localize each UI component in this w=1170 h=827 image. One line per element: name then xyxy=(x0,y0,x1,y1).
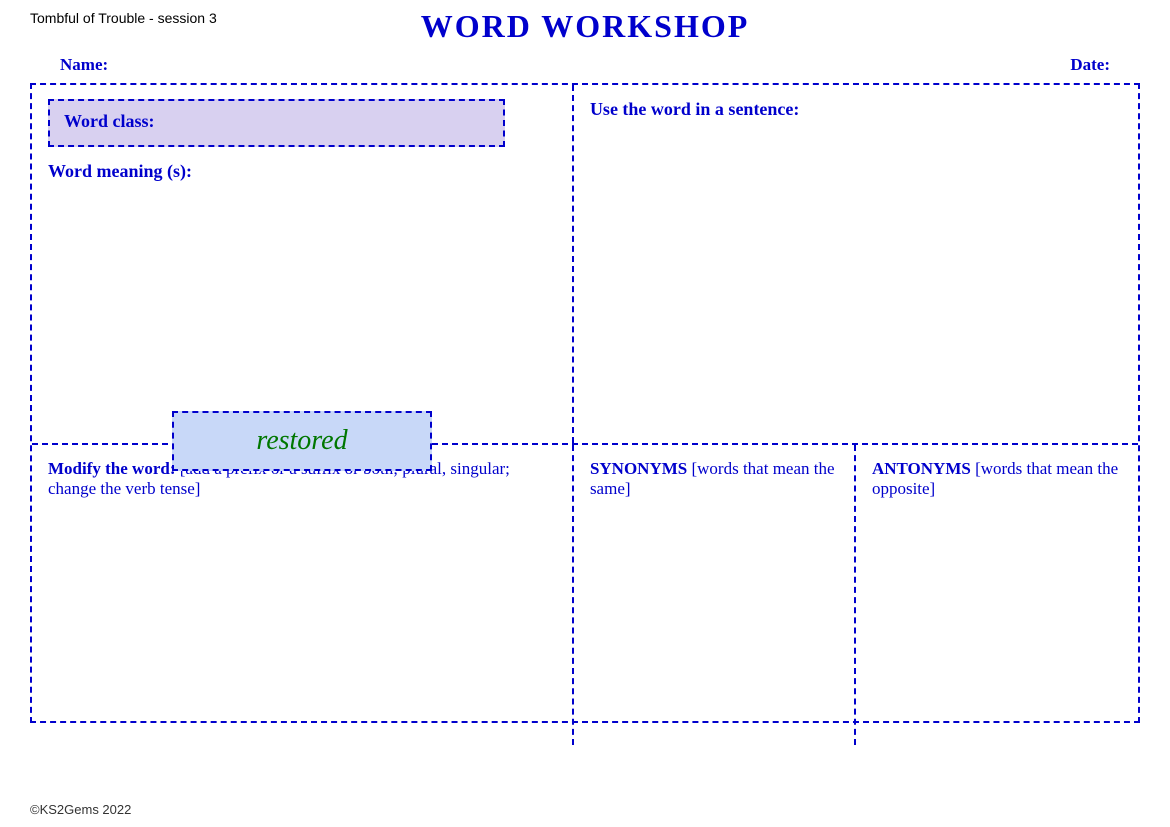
word-meaning-label: Word meaning (s): xyxy=(48,161,556,182)
copyright: ©KS2Gems 2022 xyxy=(30,802,131,817)
antonyms-title-bold: ANTONYMS xyxy=(872,459,971,478)
synonyms-title: SYNONYMS [words that mean the same] xyxy=(590,459,838,499)
center-word-text: restored xyxy=(256,425,347,456)
word-meaning-content xyxy=(48,190,556,429)
right-top-panel: Use the word in a sentence: xyxy=(574,85,1138,443)
synonyms-title-bold: SYNONYMS xyxy=(590,459,687,478)
top-section: Word class: Word meaning (s): restored U… xyxy=(32,85,1138,445)
left-top-panel: Word class: Word meaning (s): restored xyxy=(32,85,574,443)
session-label: Tombful of Trouble - session 3 xyxy=(30,10,217,26)
antonyms-section: ANTONYMS [words that mean the opposite] xyxy=(856,445,1138,745)
name-label: Name: xyxy=(60,55,108,75)
word-class-label: Word class: xyxy=(64,111,155,131)
modify-section: Modify the word: [add a prefix or a suff… xyxy=(32,445,574,745)
center-word-container: restored xyxy=(172,411,432,471)
date-label: Date: xyxy=(1070,55,1110,75)
word-class-box: Word class: xyxy=(48,99,505,147)
center-word-box: restored xyxy=(172,411,432,471)
main-container: Word class: Word meaning (s): restored U… xyxy=(30,83,1140,723)
antonyms-title: ANTONYMS [words that mean the opposite] xyxy=(872,459,1122,499)
bottom-section: Modify the word: [add a prefix or a suff… xyxy=(32,445,1138,745)
synonyms-section: SYNONYMS [words that mean the same] xyxy=(574,445,856,745)
modify-title-bold: Modify the word: xyxy=(48,459,175,478)
use-sentence-label: Use the word in a sentence: xyxy=(590,99,1122,120)
name-date-row: Name: Date: xyxy=(0,45,1170,83)
